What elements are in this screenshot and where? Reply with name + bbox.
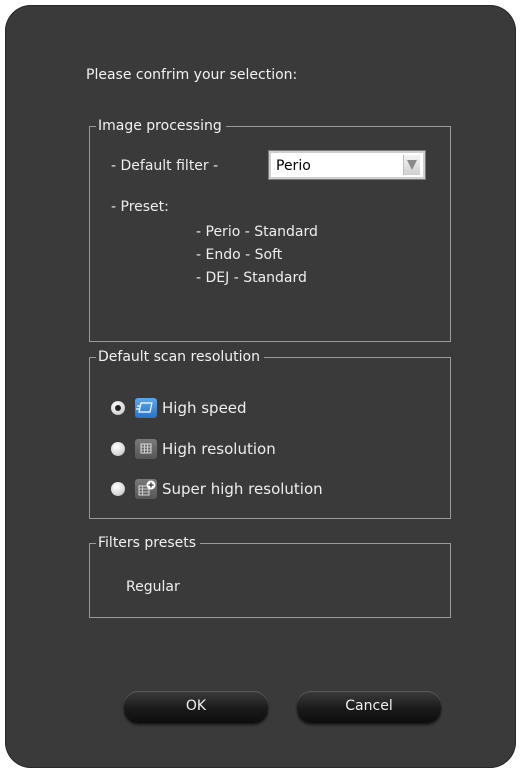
dialog-prompt: Please confrim your selection: [86,67,298,83]
radio-label: High speed [162,399,247,417]
default-filter-select[interactable]: Perio [268,150,426,180]
preset-label: - Preset: [111,199,169,215]
dropdown-arrow-button[interactable] [403,155,420,175]
high-resolution-scan-icon [135,439,157,459]
radio-button[interactable] [111,442,125,456]
radio-high-speed[interactable]: High speed [111,398,311,422]
radio-label: Super high resolution [162,480,323,498]
image-processing-legend: Image processing [98,118,222,134]
super-high-resolution-scan-icon [135,479,157,499]
chevron-down-icon [407,160,417,170]
radio-button[interactable] [111,482,125,496]
corner-accent [5,762,15,768]
filters-presets-value: Regular [126,579,180,595]
radio-button-selected[interactable] [111,401,125,415]
high-speed-scan-icon [135,398,157,418]
scan-resolution-legend: Default scan resolution [98,349,260,365]
filters-presets-group: Filters presets [89,535,451,618]
confirm-selection-dialog: Please confrim your selection: Image pro… [5,5,516,768]
preset-item: - DEJ - Standard [196,270,307,286]
radio-high-resolution[interactable]: High resolution [111,439,331,463]
preset-item: - Endo - Soft [196,247,283,263]
radio-label: High resolution [162,440,276,458]
default-filter-label: - Default filter - [111,158,219,174]
default-filter-value: Perio [276,158,311,174]
cancel-button[interactable]: Cancel [297,691,441,723]
ok-button[interactable]: OK [124,691,268,723]
preset-item: - Perio - Standard [196,224,318,240]
filters-presets-legend: Filters presets [98,535,197,551]
radio-super-high-resolution[interactable]: Super high resolution [111,479,371,503]
